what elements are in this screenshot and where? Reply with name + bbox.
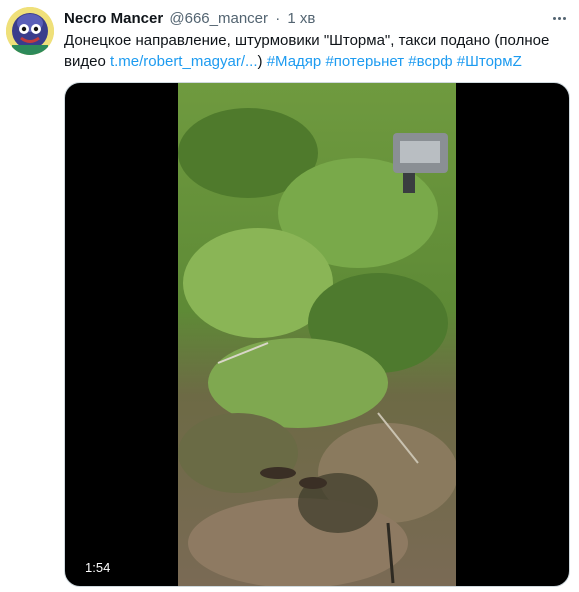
avatar-image	[6, 7, 54, 55]
tweet[interactable]: Necro Mancer @666_mancer · 1 хв Донецкое…	[0, 0, 579, 592]
video-thumbnail	[178, 83, 456, 586]
hashtag[interactable]: #ШтормZ	[457, 53, 522, 70]
video-player[interactable]: 1:54	[64, 82, 570, 587]
separator-dot: ·	[275, 10, 281, 27]
hashtag[interactable]: #потерьнет	[325, 53, 404, 70]
avatar[interactable]	[6, 7, 54, 55]
tweet-header: Necro Mancer @666_mancer · 1 хв	[64, 9, 315, 29]
tweet-text-after-link: )	[257, 53, 267, 70]
hashtag[interactable]: #Мадяр	[267, 53, 322, 70]
timestamp[interactable]: 1 хв	[287, 10, 315, 27]
hashtag[interactable]: #всрф	[408, 53, 452, 70]
video-frame[interactable]	[178, 83, 456, 586]
more-horizontal-icon	[552, 16, 556, 20]
author-name[interactable]: Necro Mancer	[64, 10, 163, 27]
more-options-button[interactable]	[548, 9, 570, 27]
tweet-link[interactable]: t.me/robert_magyar/...	[110, 53, 258, 70]
video-duration: 1:54	[81, 558, 115, 578]
author-handle[interactable]: @666_mancer	[169, 10, 268, 27]
tweet-text: Донецкое направление, штурмовики "Шторма…	[64, 30, 569, 72]
